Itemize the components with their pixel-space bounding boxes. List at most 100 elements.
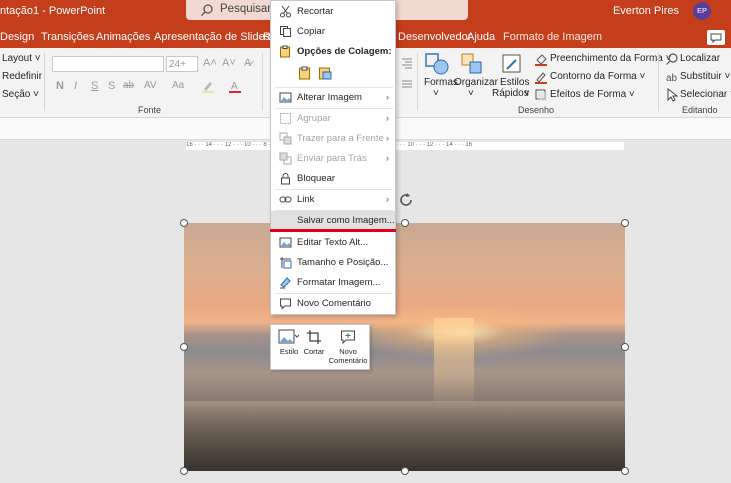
strikethrough-button[interactable]: ab	[123, 80, 134, 91]
resize-handle-bottom-right[interactable]	[621, 467, 629, 475]
replace-icon: ab	[666, 73, 678, 84]
preenchimento-button[interactable]: Preenchimento da Forma ˅	[550, 53, 671, 64]
copy-icon	[280, 26, 291, 37]
comment-icon	[280, 298, 291, 310]
alt-text-icon	[279, 237, 292, 248]
resize-handle-bottom[interactable]	[401, 467, 409, 475]
preenchimento-label: Preenchimento da Forma	[550, 53, 663, 64]
shrink-font-button[interactable]: A˅	[222, 57, 236, 69]
selecionar-button[interactable]: Selecionar ˅	[680, 89, 731, 100]
submenu-arrow-icon: ›	[386, 133, 389, 143]
lock-icon	[281, 173, 290, 185]
estilo-label: Estilo	[279, 347, 299, 356]
avatar[interactable]: EP	[693, 2, 711, 20]
change-case-button[interactable]: Aa	[172, 80, 184, 91]
divider	[417, 53, 418, 111]
menu-item-trazer-frente[interactable]: Trazer para a Frente ›	[271, 129, 395, 149]
menu-item-enviar-tras[interactable]: Enviar para Trás ›	[271, 149, 395, 169]
paste-keep-formatting-icon[interactable]	[298, 66, 312, 80]
tab-desenvolvedor[interactable]: Desenvolvedor	[398, 31, 471, 43]
contorno-button[interactable]: Contorno da Forma ˅	[550, 71, 645, 82]
redefinir-button[interactable]: Redefinir	[2, 71, 42, 82]
shape-fill-icon[interactable]	[534, 52, 548, 66]
menu-item-copiar[interactable]: Copiar	[271, 22, 395, 42]
shapes-icon[interactable]	[424, 52, 450, 76]
bold-button[interactable]: N	[56, 80, 64, 92]
font-family-combo[interactable]	[52, 56, 164, 72]
highlighter-icon[interactable]	[201, 79, 215, 93]
submenu-arrow-icon: ›	[386, 194, 389, 204]
menu-item-link[interactable]: Link ›	[271, 190, 395, 210]
font-color-icon[interactable]: A	[228, 79, 242, 93]
tab-formato-de-imagem[interactable]: Formato de Imagem	[503, 31, 602, 43]
editando-group-label: Editando	[682, 105, 718, 115]
menu-item-alterar-imagem[interactable]: Alterar Imagem ›	[271, 88, 395, 108]
quick-styles-icon[interactable]	[500, 52, 524, 76]
cursor-icon	[667, 88, 679, 102]
highlight-underline	[270, 229, 396, 232]
tab-animacoes[interactable]: Animações	[96, 31, 150, 43]
shadow-button[interactable]: S	[108, 80, 115, 92]
resize-handle-right[interactable]	[621, 343, 629, 351]
menu-item-salvar-como-imagem[interactable]: Salvar como Imagem...	[271, 211, 395, 231]
comment-icon	[710, 33, 722, 44]
menu-item-label: Editar Texto Alt...	[297, 237, 369, 248]
menu-item-label: Salvar como Imagem...	[297, 215, 395, 226]
comments-button[interactable]	[707, 30, 725, 45]
substituir-button[interactable]: Substituir ˅	[680, 71, 730, 82]
submenu-arrow-icon: ›	[386, 153, 389, 163]
menu-item-tamanho-posicao[interactable]: Tamanho e Posição...	[271, 253, 395, 273]
shape-effects-icon[interactable]	[534, 88, 548, 102]
selecionar-label: Selecionar	[680, 89, 728, 100]
resize-handle-left[interactable]	[180, 343, 188, 351]
resize-handle-top[interactable]	[401, 219, 409, 227]
secao-button[interactable]: Seção ˅	[2, 89, 39, 100]
layout-button[interactable]: Layout ˅	[2, 53, 41, 64]
arrange-icon[interactable]	[460, 52, 484, 76]
tab-apresentacao[interactable]: Apresentação de Slides	[154, 31, 270, 43]
rotate-handle-icon[interactable]	[397, 191, 415, 209]
font-size-combo[interactable]: 24+	[166, 56, 198, 72]
efeitos-label: Efeitos de Forma	[550, 89, 627, 100]
user-name[interactable]: Everton Pires	[613, 5, 679, 17]
text-direction-icon[interactable]	[400, 78, 414, 92]
underline-button[interactable]: S	[91, 80, 98, 92]
align-right-icon[interactable]	[400, 56, 414, 70]
formas-button[interactable]: Formas	[424, 77, 458, 88]
secao-label: Seção	[2, 89, 31, 100]
menu-item-recortar[interactable]: Recortar	[271, 2, 395, 22]
menu-item-label: Tamanho e Posição...	[297, 257, 389, 268]
resize-handle-bottom-left[interactable]	[180, 467, 188, 475]
paste-picture-icon[interactable]	[318, 66, 332, 80]
cortar-button[interactable]: Cortar	[302, 329, 326, 356]
efeitos-button[interactable]: Efeitos de Forma ˅	[550, 89, 635, 100]
menu-item-formatar-imagem[interactable]: Formatar Imagem...	[271, 273, 395, 293]
menu-item-editar-texto-alt[interactable]: Editar Texto Alt...	[271, 233, 395, 253]
resize-handle-top-left[interactable]	[180, 219, 188, 227]
clear-format-button[interactable]: A̷	[244, 57, 251, 69]
menu-item-novo-comentario[interactable]: Novo Comentário	[271, 294, 395, 314]
novo-comentario-button[interactable]: Novo Comentário	[327, 329, 369, 365]
submenu-arrow-icon: ›	[386, 92, 389, 102]
menu-item-bloquear[interactable]: Bloquear	[271, 169, 395, 189]
menu-item-label: Agrupar	[297, 113, 331, 124]
resize-handle-top-right[interactable]	[621, 219, 629, 227]
menu-item-agrupar[interactable]: Agrupar ›	[271, 109, 395, 129]
tab-design[interactable]: Design	[0, 31, 34, 43]
menu-item-label: Copiar	[297, 26, 325, 37]
scissors-icon	[280, 5, 291, 18]
localizar-button[interactable]: Localizar	[680, 53, 720, 64]
tab-ajuda[interactable]: Ajuda	[467, 31, 495, 43]
menu-item-label: Enviar para Trás	[297, 153, 367, 164]
shape-outline-icon[interactable]	[534, 70, 548, 84]
grow-font-button[interactable]: A˄	[203, 57, 217, 69]
spacing-button[interactable]: AV	[144, 80, 157, 91]
divider	[658, 53, 659, 111]
organizar-button[interactable]: Organizar	[454, 77, 498, 88]
italic-button[interactable]: I	[74, 80, 77, 92]
estilo-button[interactable]: Estilo	[277, 329, 301, 356]
tab-transicoes[interactable]: Transições	[41, 31, 94, 43]
selected-picture[interactable]	[184, 223, 625, 471]
substituir-label: Substituir	[680, 71, 722, 82]
estilos-label[interactable]: Estilos	[500, 77, 529, 88]
